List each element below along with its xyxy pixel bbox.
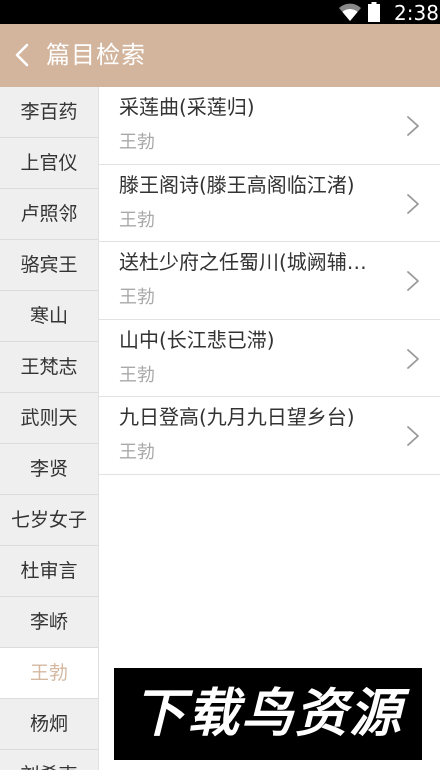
wifi-icon (339, 3, 361, 21)
sidebar-item-author[interactable]: 杨炯 (0, 699, 98, 750)
poem-list: 采莲曲(采莲归) 王勃 滕王阁诗(滕王高阁临江渚) 王勃 送杜少府之任蜀川(城阙辅… 王勃… (99, 87, 440, 475)
poem-list-item[interactable]: 山中(长江悲已滞) 王勃 (99, 320, 440, 397)
sidebar-item-author[interactable]: 骆宾王 (0, 240, 98, 291)
poem-list-item[interactable]: 送杜少府之任蜀川(城阙辅… 王勃 (99, 242, 440, 320)
poem-author: 王勃 (119, 287, 155, 308)
sidebar-item-author[interactable]: 李贤 (0, 444, 98, 495)
status-time: 2:38 (394, 1, 439, 25)
back-chevron-icon[interactable] (8, 40, 38, 70)
poem-title: 采莲曲(采莲归) (119, 95, 255, 119)
poem-author: 王勃 (119, 209, 155, 231)
sidebar-item-author[interactable]: 卢照邻 (0, 189, 98, 240)
chevron-right-icon (407, 193, 419, 214)
poem-list-item[interactable]: 滕王阁诗(滕王高阁临江渚) 王勃 (99, 165, 440, 242)
sidebar-item-author[interactable]: 王勃 (0, 648, 98, 699)
poem-title: 滕王阁诗(滕王高阁临江渚) (119, 172, 355, 197)
poem-list-item[interactable]: 九日登高(九月九日望乡台) 王勃 (99, 397, 440, 475)
sidebar-item-author[interactable]: 杜审言 (0, 546, 98, 597)
battery-icon (368, 2, 380, 22)
sidebar-item-author[interactable]: 刘希夷 (0, 750, 98, 770)
chevron-right-icon (407, 348, 419, 369)
sidebar-item-author[interactable]: 武则天 (0, 393, 98, 444)
sidebar-item-author[interactable]: 上官仪 (0, 138, 98, 189)
chevron-right-icon (407, 271, 419, 291)
chevron-right-icon (407, 426, 419, 446)
page-title: 篇目检索 (46, 41, 146, 69)
chevron-right-icon (407, 116, 419, 136)
poem-title: 山中(长江悲已滞) (119, 327, 275, 352)
status-bar: 2:38 (0, 0, 440, 25)
sidebar-item-author[interactable]: 王梵志 (0, 342, 98, 393)
poem-title: 送杜少府之任蜀川(城阙辅… (119, 250, 367, 274)
sidebar-item-author[interactable]: 七岁女子 (0, 495, 98, 546)
watermark-text: 下载鸟资源 (132, 684, 403, 744)
sidebar-item-author[interactable]: 寒山 (0, 291, 98, 342)
sidebar-item-author[interactable]: 李峤 (0, 597, 98, 648)
author-sidebar[interactable]: 李百药上官仪卢照邻骆宾王寒山王梵志武则天李贤七岁女子杜审言李峤王勃杨炯刘希夷 (0, 87, 99, 770)
watermark-logo: 下载鸟资源 (114, 668, 422, 760)
sidebar-item-author[interactable]: 李百药 (0, 87, 98, 138)
poem-author: 王勃 (119, 132, 155, 153)
poem-author: 王勃 (119, 364, 155, 386)
app-header: 篇目检索 (0, 24, 440, 87)
poem-title: 九日登高(九月九日望乡台) (119, 405, 355, 429)
poem-author: 王勃 (119, 442, 155, 463)
poem-list-item[interactable]: 采莲曲(采莲归) 王勃 (99, 87, 440, 165)
